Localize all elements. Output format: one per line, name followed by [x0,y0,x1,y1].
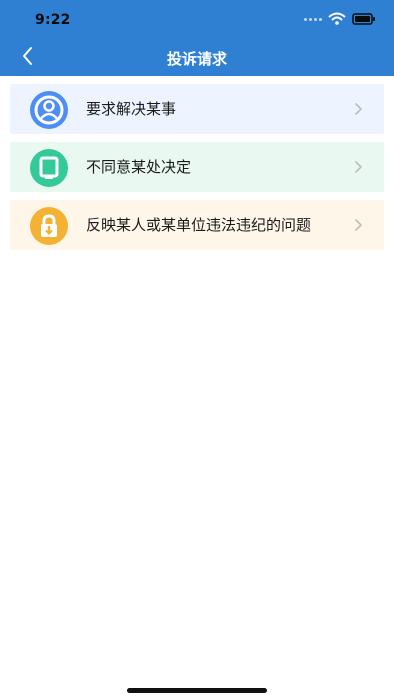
wifi-icon [328,12,346,26]
person-circle-icon [30,91,68,129]
option-label: 反映某人或某单位违法违纪的问题 [86,216,312,234]
status-time: 9:22 [35,12,71,28]
option-label: 不同意某处决定 [86,158,192,176]
tablet-icon [30,149,68,187]
option-label: 要求解决某事 [86,100,177,118]
chevron-right-icon [355,103,362,115]
home-indicator[interactable] [127,688,267,693]
chevron-right-icon [355,161,362,173]
option-disagree-decision[interactable]: 不同意某处决定 [10,142,384,192]
page-title: 投诉请求 [166,50,227,68]
option-resolve-issue[interactable]: 要求解决某事 [10,84,384,134]
lock-icon [30,207,68,245]
signal-dots-icon [304,17,322,21]
option-report-violation[interactable]: 反映某人或某单位违法违纪的问题 [10,200,384,250]
status-icons [304,12,376,26]
top-header: 9:22 投诉请求 [0,0,394,76]
chevron-right-icon [355,219,362,231]
nav-bar: 投诉请求 [0,40,394,76]
complaint-options-list: 要求解决某事 不同意某处决定 反映某人或某单位违法违纪的问题 [10,84,384,258]
battery-icon [352,13,376,25]
